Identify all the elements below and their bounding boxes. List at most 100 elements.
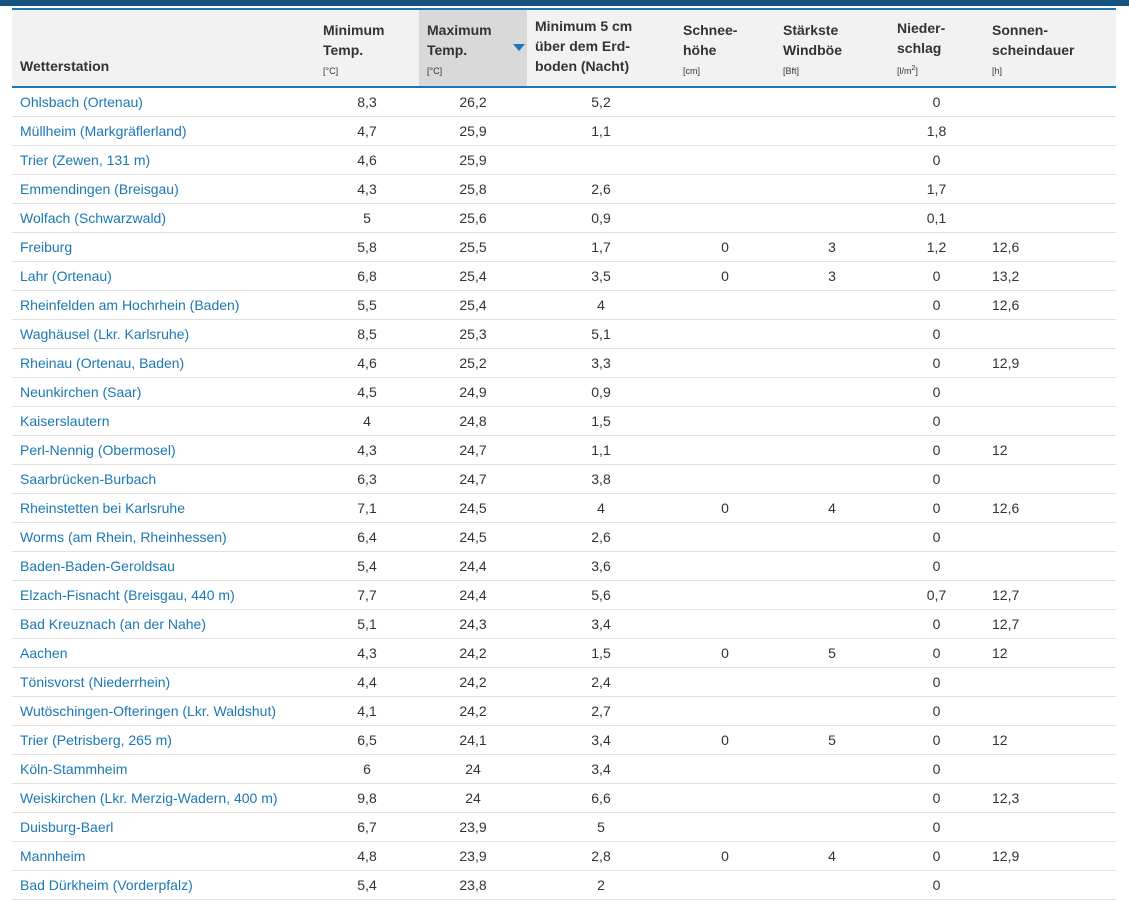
station-link[interactable]: Rheinstetten bei Karlsruhe	[20, 500, 185, 516]
header-precip[interactable]: Nieder- schlag [l/m2]	[889, 8, 984, 88]
cell-sunshine	[984, 667, 1116, 697]
cell-precip: 0	[889, 754, 984, 784]
station-link[interactable]: Kaiserslautern	[20, 413, 110, 429]
station-link[interactable]: Tönisvorst (Niederrhein)	[20, 674, 170, 690]
cell-precip: 0	[889, 87, 984, 117]
station-link[interactable]: Trier (Petrisberg, 265 m)	[20, 732, 172, 748]
table-row: Ohlsbach (Ortenau) 8,3 26,2 5,2 0	[12, 87, 1116, 117]
station-link[interactable]: Wolfach (Schwarzwald)	[20, 210, 166, 226]
station-link[interactable]: Saarbrücken-Burbach	[20, 471, 156, 487]
station-link[interactable]: Worms (am Rhein, Rheinhessen)	[20, 529, 227, 545]
cell-ground-min: 1,1	[527, 435, 675, 465]
station-link[interactable]: Bad Dürkheim (Vorderpfalz)	[20, 877, 193, 893]
cell-snow	[675, 783, 775, 813]
cell-ground-min: 0,9	[527, 203, 675, 233]
cell-snow: 0	[675, 725, 775, 755]
station-link[interactable]: Emmendingen (Breisgau)	[20, 181, 179, 197]
cell-sunshine: 12,6	[984, 290, 1116, 320]
cell-max-temp: 24,4	[419, 551, 527, 581]
cell-ground-min: 3,8	[527, 464, 675, 494]
header-sunshine[interactable]: Sonnen- scheindauer [h]	[984, 8, 1116, 88]
cell-ground-min: 5	[527, 812, 675, 842]
cell-max-temp: 26,2	[419, 87, 527, 117]
header-unit: [h]	[992, 66, 1003, 76]
cell-snow	[675, 145, 775, 175]
cell-ground-min: 1,5	[527, 638, 675, 668]
cell-precip: 0	[889, 377, 984, 407]
station-link[interactable]: Ohlsbach (Ortenau)	[20, 94, 143, 110]
station-link[interactable]: Lahr (Ortenau)	[20, 268, 112, 284]
sort-descending-icon[interactable]	[513, 44, 525, 51]
station-link[interactable]: Elzach-Fisnacht (Breisgau, 440 m)	[20, 587, 235, 603]
station-link[interactable]: Bad Kreuznach (an der Nahe)	[20, 616, 206, 632]
station-link[interactable]: Wutöschingen-Ofteringen (Lkr. Waldshut)	[20, 703, 276, 719]
station-link[interactable]: Rheinfelden am Hochrhein (Baden)	[20, 297, 239, 313]
header-min-temp[interactable]: Minimum Temp. [°C]	[315, 8, 419, 88]
cell-precip: 0	[889, 696, 984, 726]
cell-snow	[675, 464, 775, 494]
cell-min-temp: 4,5	[315, 377, 419, 407]
cell-gust	[775, 348, 889, 378]
cell-gust	[775, 667, 889, 697]
cell-min-temp: 7,1	[315, 493, 419, 523]
cell-station: Tönisvorst (Niederrhein)	[12, 667, 315, 697]
station-link[interactable]: Neunkirchen (Saar)	[20, 384, 141, 400]
cell-gust	[775, 290, 889, 320]
table-row: Müllheim (Markgräflerland) 4,7 25,9 1,1 1,8	[12, 116, 1116, 146]
cell-gust	[775, 377, 889, 407]
station-link[interactable]: Mannheim	[20, 848, 85, 864]
cell-station: Rheinau (Ortenau, Baden)	[12, 348, 315, 378]
header-unit: [l/m2]	[897, 64, 976, 76]
cell-sunshine	[984, 87, 1116, 117]
station-link[interactable]: Weiskirchen (Lkr. Merzig-Wadern, 400 m)	[20, 790, 278, 806]
cell-precip: 0	[889, 812, 984, 842]
cell-ground-min: 2	[527, 870, 675, 900]
header-max-temp[interactable]: Maximum Temp. [°C]	[419, 8, 527, 88]
table-body: Ohlsbach (Ortenau) 8,3 26,2 5,2 0 Müllheim (M…	[12, 87, 1116, 900]
cell-sunshine	[984, 812, 1116, 842]
table-row: Bad Dürkheim (Vorderpfalz) 5,4 23,8 2 0	[12, 870, 1116, 900]
cell-sunshine	[984, 116, 1116, 146]
header-ground-min[interactable]: Minimum 5 cm über dem Erd- boden (Nacht)	[527, 8, 675, 88]
cell-snow	[675, 435, 775, 465]
station-link[interactable]: Duisburg-Baerl	[20, 819, 113, 835]
table-row: Rheinstetten bei Karlsruhe 7,1 24,5 4 0 4 0 12,…	[12, 493, 1116, 523]
header-station[interactable]: Wetterstation	[12, 8, 315, 88]
cell-precip: 0	[889, 551, 984, 581]
cell-min-temp: 6,8	[315, 261, 419, 291]
table-row: Wutöschingen-Ofteringen (Lkr. Waldshut) 4…	[12, 696, 1116, 726]
cell-ground-min: 3,6	[527, 551, 675, 581]
cell-min-temp: 4,1	[315, 696, 419, 726]
cell-snow: 0	[675, 261, 775, 291]
cell-precip: 0	[889, 261, 984, 291]
cell-station: Neunkirchen (Saar)	[12, 377, 315, 407]
cell-station: Waghäusel (Lkr. Karlsruhe)	[12, 319, 315, 349]
station-link[interactable]: Waghäusel (Lkr. Karlsruhe)	[20, 326, 189, 342]
cell-station: Worms (am Rhein, Rheinhessen)	[12, 522, 315, 552]
cell-sunshine: 12,9	[984, 348, 1116, 378]
cell-sunshine	[984, 377, 1116, 407]
station-link[interactable]: Trier (Zewen, 131 m)	[20, 152, 150, 168]
cell-max-temp: 23,8	[419, 870, 527, 900]
header-gust[interactable]: Stärkste Windböe [Bft]	[775, 8, 889, 88]
cell-snow	[675, 696, 775, 726]
cell-precip: 1,8	[889, 116, 984, 146]
header-unit: [Bft]	[783, 66, 800, 76]
station-link[interactable]: Müllheim (Markgräflerland)	[20, 123, 187, 139]
station-link[interactable]: Köln-Stammheim	[20, 761, 127, 777]
header-snow[interactable]: Schnee- höhe [cm]	[675, 8, 775, 88]
station-link[interactable]: Perl-Nennig (Obermosel)	[20, 442, 176, 458]
cell-sunshine: 12,9	[984, 841, 1116, 871]
cell-station: Duisburg-Baerl	[12, 812, 315, 842]
cell-precip: 0	[889, 783, 984, 813]
cell-gust: 4	[775, 493, 889, 523]
table-row: Rheinfelden am Hochrhein (Baden) 5,5 25,4 4…	[12, 290, 1116, 320]
station-link[interactable]: Freiburg	[20, 239, 72, 255]
cell-gust	[775, 754, 889, 784]
station-link[interactable]: Aachen	[20, 645, 67, 661]
cell-precip: 0	[889, 667, 984, 697]
station-link[interactable]: Baden-Baden-Geroldsau	[20, 558, 175, 574]
table-row: Tönisvorst (Niederrhein) 4,4 24,2 2,4 0	[12, 667, 1116, 697]
cell-station: Bad Dürkheim (Vorderpfalz)	[12, 870, 315, 900]
station-link[interactable]: Rheinau (Ortenau, Baden)	[20, 355, 184, 371]
